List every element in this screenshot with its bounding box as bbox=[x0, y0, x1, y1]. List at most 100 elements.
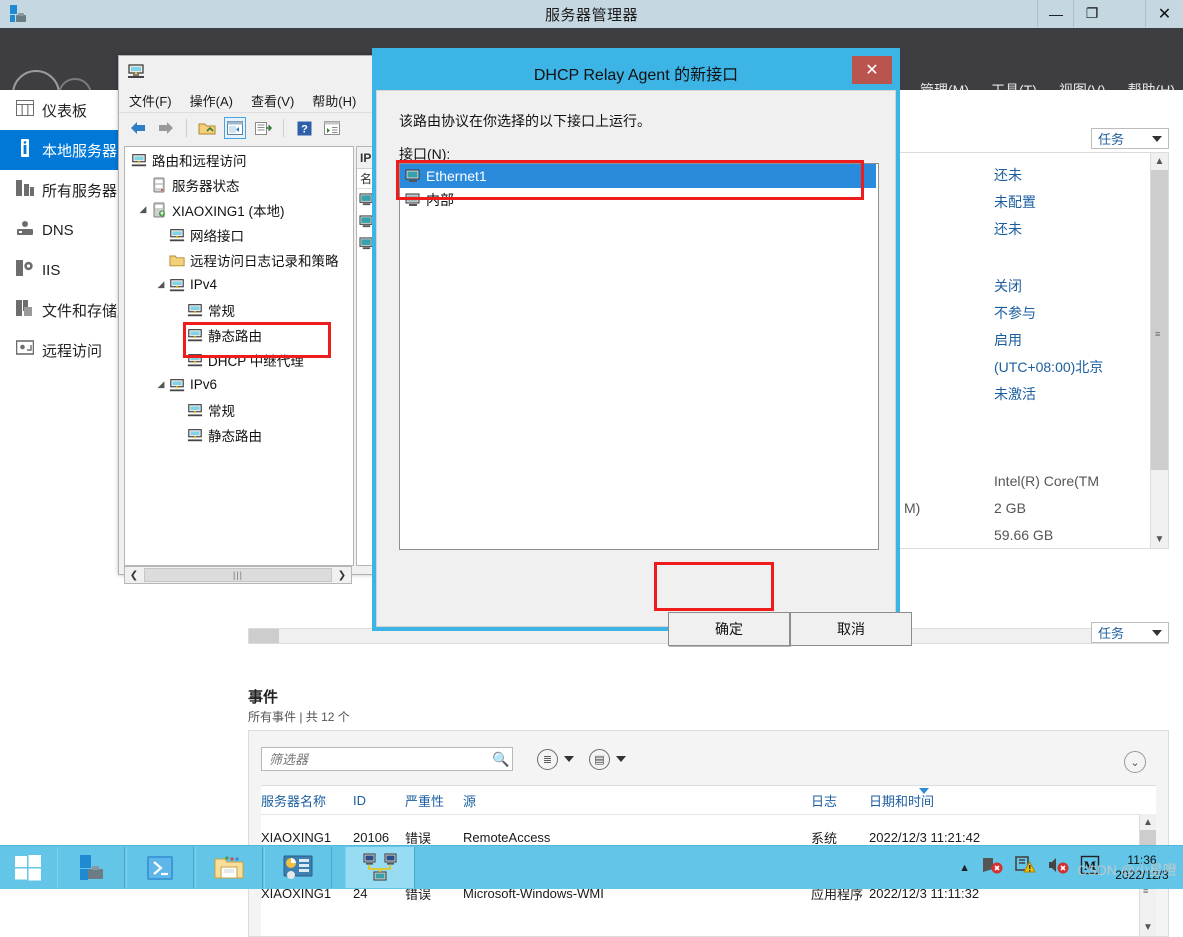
scroll-up-icon[interactable]: ▲ bbox=[1151, 153, 1168, 170]
scrollbar-thumb[interactable]: ≡ bbox=[1151, 170, 1168, 470]
property-value[interactable]: (UTC+08:00)北京 bbox=[994, 357, 1103, 377]
volume-muted-icon[interactable] bbox=[1047, 855, 1069, 880]
tree-node-remote-access-logging[interactable]: 远程访问日志记录和策略 bbox=[125, 247, 353, 272]
properties-vertical-scrollbar[interactable]: ▲ ≡ ▼ bbox=[1150, 153, 1168, 548]
column-header-severity[interactable]: 严重性 bbox=[405, 791, 463, 810]
column-header-log[interactable]: 日志 bbox=[811, 791, 869, 810]
expander-icon[interactable]: ◢ bbox=[137, 204, 149, 215]
column-header-source[interactable]: 源 bbox=[463, 791, 811, 810]
minimize-button[interactable]: — bbox=[1037, 0, 1074, 27]
close-icon[interactable]: ✕ bbox=[852, 56, 892, 84]
list-item-label: Ethernet1 bbox=[426, 168, 487, 184]
tree-node-ipv4[interactable]: ◢ IPv4 bbox=[125, 272, 353, 297]
list-item-ethernet1[interactable]: Ethernet1 bbox=[400, 164, 876, 188]
action-center-warning-icon[interactable] bbox=[1014, 855, 1036, 880]
dns-icon bbox=[16, 220, 42, 240]
property-value[interactable]: 不参与 bbox=[994, 303, 1036, 323]
scrollbar-thumb[interactable]: ||| bbox=[144, 568, 332, 582]
scroll-right-icon[interactable]: ❯ bbox=[333, 567, 351, 583]
svg-text:?: ? bbox=[301, 123, 308, 135]
taskbar-item-routing-remote-access[interactable] bbox=[345, 847, 415, 888]
scroll-up-icon[interactable]: ▲ bbox=[1140, 814, 1156, 831]
mmc-menu-action[interactable]: 操作(A) bbox=[190, 91, 233, 110]
property-value[interactable]: 未配置 bbox=[994, 192, 1036, 212]
property-value[interactable]: 还未 bbox=[994, 219, 1022, 239]
interface-list[interactable]: Ethernet1 内部 bbox=[399, 163, 879, 550]
server-manager-titlebar: 服务器管理器 — ❐ ✕ bbox=[0, 0, 1183, 29]
console-root-icon bbox=[131, 152, 147, 168]
scroll-left-icon[interactable]: ❮ bbox=[125, 567, 143, 583]
tree-node-network-interfaces[interactable]: 网络接口 bbox=[125, 222, 353, 247]
tree-node-ipv6[interactable]: ◢ IPv6 bbox=[125, 372, 353, 397]
taskbar-item-server-manager[interactable] bbox=[57, 847, 125, 888]
server-icon bbox=[151, 202, 167, 218]
mmc-horizontal-scrollbar[interactable]: ❮ ||| ❯ bbox=[124, 566, 352, 584]
maximize-button[interactable]: ❐ bbox=[1073, 0, 1110, 27]
help-icon[interactable]: ? bbox=[293, 117, 315, 139]
search-icon[interactable]: 🔍 bbox=[492, 751, 509, 768]
events-heading: 事件 bbox=[248, 689, 279, 706]
cell-source: RemoteAccess bbox=[463, 829, 551, 845]
chevron-down-icon[interactable] bbox=[564, 756, 574, 762]
show-hidden-icons[interactable]: ▲ bbox=[959, 862, 970, 874]
properties-tasks-button[interactable]: 任务 bbox=[1091, 128, 1169, 149]
back-arrow-icon[interactable] bbox=[127, 117, 149, 139]
expander-icon[interactable]: ◢ bbox=[155, 279, 167, 290]
column-header-datetime[interactable]: 日期和时间 bbox=[869, 787, 1029, 810]
property-value[interactable]: 未激活 bbox=[994, 384, 1036, 404]
column-header-id[interactable]: ID bbox=[353, 793, 405, 808]
tree-node-dhcp-relay-agent[interactable]: DHCP 中继代理 bbox=[125, 347, 353, 372]
mmc-tree-pane[interactable]: 路由和远程访问 服务器状态 ◢ XIAOXING1 (本地) 网络接口 远程访问… bbox=[124, 146, 354, 566]
column-header-server[interactable]: 服务器名称 bbox=[261, 791, 353, 810]
new-window-icon[interactable] bbox=[321, 117, 343, 139]
cell-server: XIAOXING1 bbox=[261, 829, 332, 845]
expander-icon[interactable]: ◢ bbox=[155, 379, 167, 390]
export-list-icon[interactable] bbox=[252, 117, 274, 139]
mmc-menu-help[interactable]: 帮助(H) bbox=[312, 91, 356, 110]
tree-node-ipv4-general[interactable]: 常规 bbox=[125, 297, 353, 322]
expand-filter-icon[interactable]: ⌄ bbox=[1124, 751, 1146, 773]
taskbar-item-control-panel[interactable] bbox=[264, 847, 332, 888]
console-root-icon bbox=[127, 62, 145, 85]
ok-button[interactable]: 确定 bbox=[668, 612, 790, 646]
property-value[interactable]: 启用 bbox=[994, 330, 1022, 350]
close-button[interactable]: ✕ bbox=[1145, 0, 1183, 27]
tree-node-label: 远程访问日志记录和策略 bbox=[190, 253, 339, 269]
tree-node-ipv6-static-routes[interactable]: 静态路由 bbox=[125, 422, 353, 447]
node-icon bbox=[187, 352, 203, 368]
taskbar-item-powershell[interactable] bbox=[126, 847, 194, 888]
node-icon bbox=[187, 327, 203, 343]
scrollbar-thumb[interactable] bbox=[249, 629, 279, 643]
tree-node-label: IPv6 bbox=[190, 377, 218, 392]
property-value[interactable]: 关闭 bbox=[994, 276, 1022, 296]
save-query-icon[interactable]: ▤ bbox=[589, 749, 610, 770]
tree-node-label: 服务器状态 bbox=[172, 178, 240, 194]
tree-node-xiaoxing1[interactable]: ◢ XIAOXING1 (本地) bbox=[125, 197, 353, 222]
up-folder-icon[interactable] bbox=[196, 117, 218, 139]
show-tree-icon[interactable] bbox=[224, 117, 246, 139]
list-view-icon[interactable]: ≣ bbox=[537, 749, 558, 770]
new-interface-dialog: DHCP Relay Agent 的新接口 ✕ 该路由协议在你选择的以下接口上运… bbox=[372, 48, 912, 646]
tree-node-routing-remote-access[interactable]: 路由和远程访问 bbox=[125, 147, 353, 172]
property-value[interactable]: 还未 bbox=[994, 165, 1022, 185]
tree-node-ipv6-general[interactable]: 常规 bbox=[125, 397, 353, 422]
taskbar-item-file-explorer[interactable] bbox=[195, 847, 263, 888]
events-tasks-button[interactable]: 任务 bbox=[1091, 622, 1169, 643]
forward-arrow-icon[interactable] bbox=[155, 117, 177, 139]
list-item-internal[interactable]: 内部 bbox=[400, 188, 878, 212]
scroll-down-icon[interactable]: ▼ bbox=[1140, 919, 1156, 936]
filter-input[interactable] bbox=[261, 747, 513, 771]
scroll-down-icon[interactable]: ▼ bbox=[1151, 531, 1168, 548]
tree-node-ipv4-static-routes[interactable]: 静态路由 bbox=[125, 322, 353, 347]
dialog-titlebar: DHCP Relay Agent 的新接口 ✕ bbox=[376, 52, 896, 90]
mmc-menu-view[interactable]: 查看(V) bbox=[251, 91, 294, 110]
tree-node-label: 静态路由 bbox=[208, 328, 262, 344]
tree-node-label: IPv4 bbox=[190, 277, 218, 292]
cancel-button[interactable]: 取消 bbox=[790, 612, 912, 646]
tree-node-server-status[interactable]: 服务器状态 bbox=[125, 172, 353, 197]
list-item-label: 内部 bbox=[426, 192, 454, 208]
network-error-icon[interactable] bbox=[981, 855, 1003, 880]
windows-logo-icon[interactable] bbox=[0, 846, 56, 889]
mmc-menu-file[interactable]: 文件(F) bbox=[129, 91, 172, 110]
chevron-down-icon[interactable] bbox=[616, 756, 626, 762]
